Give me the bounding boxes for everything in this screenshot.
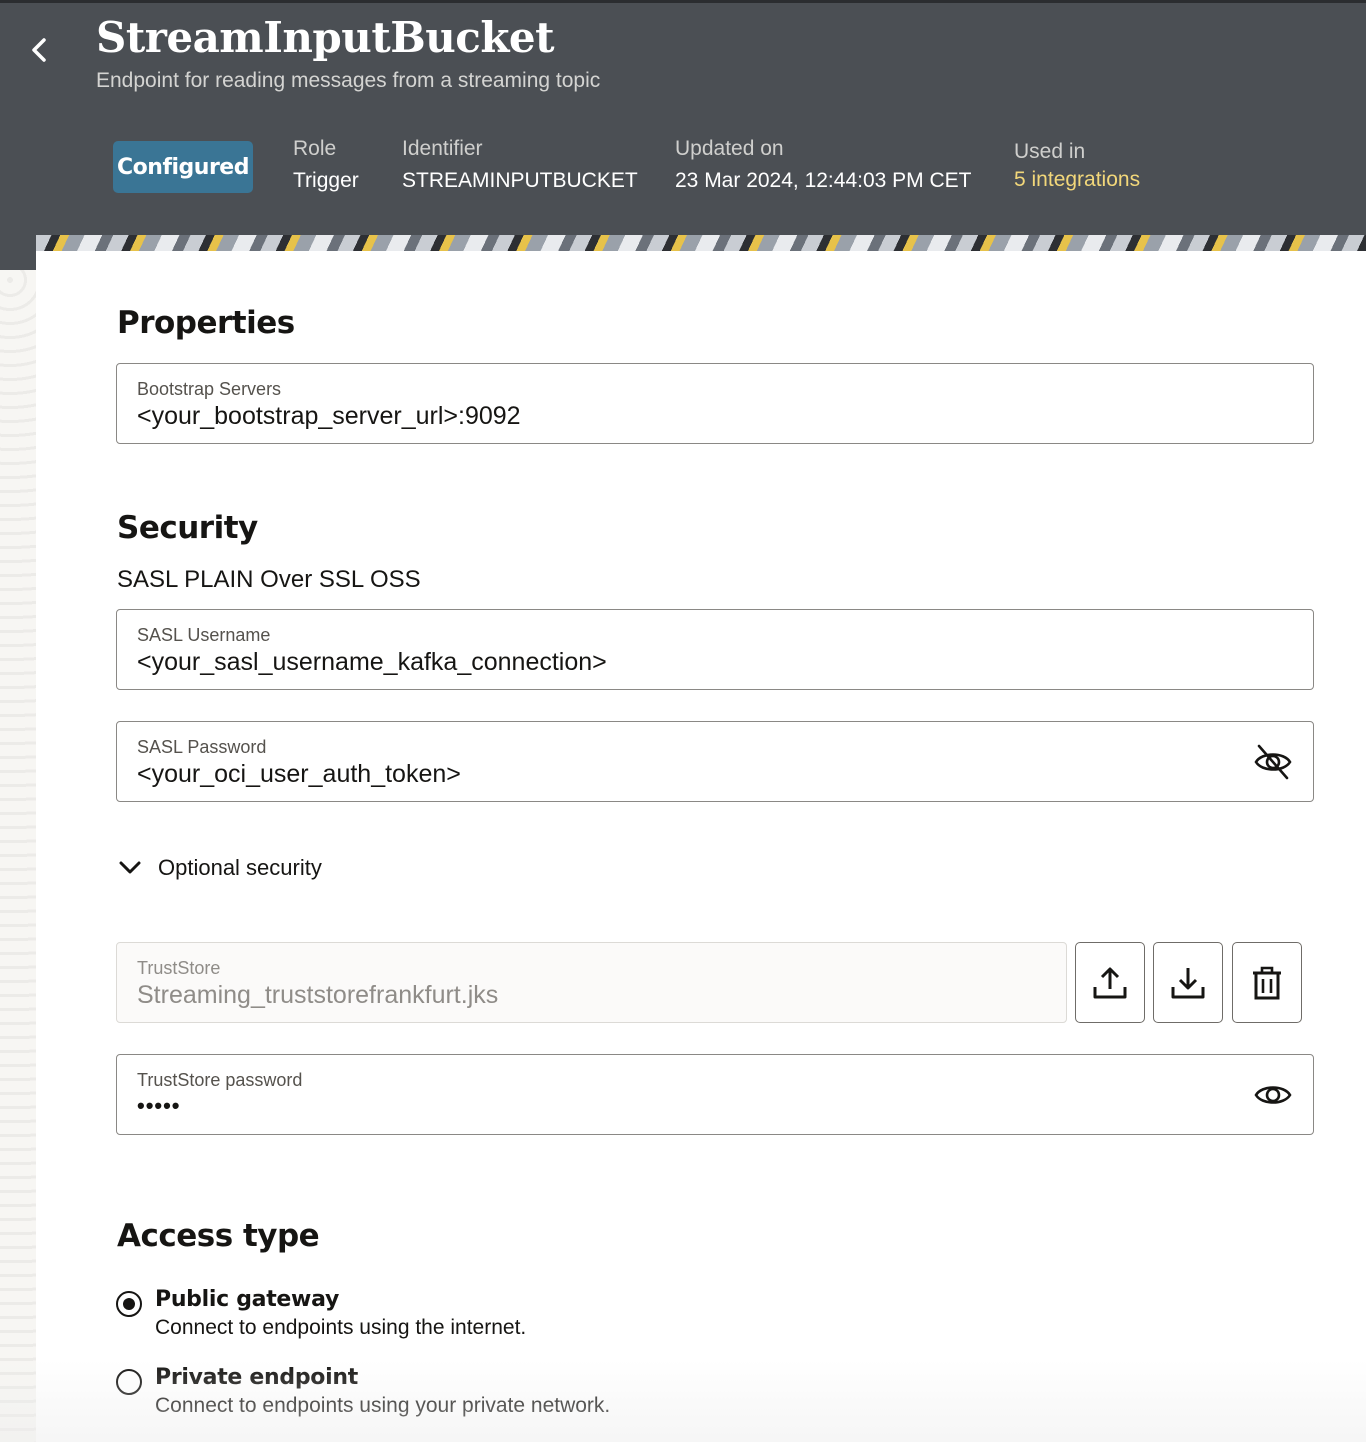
security-policy: SASL PLAIN Over SSL OSS bbox=[117, 566, 421, 593]
identifier-value: STREAMINPUTBUCKET bbox=[402, 169, 638, 192]
access-option-private[interactable]: Private endpoint Connect to endpoints us… bbox=[116, 1365, 610, 1418]
updated-label: Updated on bbox=[675, 137, 784, 160]
chevron-down-icon bbox=[119, 861, 141, 874]
truststore-field: TrustStore bbox=[116, 942, 1067, 1023]
role-meta: Role Trigger bbox=[293, 137, 359, 193]
updated-value: 23 Mar 2024, 12:44:03 PM CET bbox=[675, 169, 972, 192]
truststore-label: TrustStore bbox=[137, 958, 221, 978]
upload-button[interactable] bbox=[1075, 942, 1145, 1023]
show-password-button[interactable] bbox=[1253, 1075, 1293, 1115]
status-badge: Configured bbox=[113, 141, 253, 193]
bootstrap-servers-field[interactable]: Bootstrap Servers bbox=[116, 363, 1314, 444]
optional-security-toggle[interactable]: Optional security bbox=[116, 850, 322, 886]
private-endpoint-description: Connect to endpoints using your private … bbox=[155, 1394, 611, 1417]
truststore-input bbox=[137, 981, 1037, 1010]
security-heading: Security bbox=[117, 510, 258, 546]
eye-icon bbox=[1254, 1086, 1292, 1104]
delete-button[interactable] bbox=[1232, 942, 1302, 1023]
used-in-label: Used in bbox=[1014, 140, 1086, 163]
bootstrap-servers-input[interactable] bbox=[137, 402, 1237, 431]
sasl-password-field[interactable]: SASL Password bbox=[116, 721, 1314, 802]
updated-meta: Updated on 23 Mar 2024, 12:44:03 PM CET bbox=[675, 137, 972, 193]
sasl-password-input[interactable] bbox=[137, 760, 1237, 789]
optional-security-label: Optional security bbox=[158, 855, 322, 880]
eye-slash-icon bbox=[1254, 744, 1292, 780]
sasl-username-label: SASL Username bbox=[137, 625, 271, 645]
public-gateway-radio[interactable] bbox=[116, 1291, 142, 1317]
sasl-username-field[interactable]: SASL Username bbox=[116, 609, 1314, 690]
download-button[interactable] bbox=[1153, 942, 1223, 1023]
truststore-password-field[interactable]: TrustStore password bbox=[116, 1054, 1314, 1135]
sasl-username-input[interactable] bbox=[137, 648, 1237, 677]
decorative-banner bbox=[36, 235, 1366, 251]
public-gateway-title: Public gateway bbox=[155, 1287, 339, 1312]
used-in-meta: Used in 5 integrations bbox=[1014, 140, 1140, 192]
bootstrap-servers-label: Bootstrap Servers bbox=[137, 379, 282, 399]
truststore-password-input[interactable] bbox=[137, 1093, 1237, 1119]
download-icon bbox=[1171, 967, 1205, 998]
identifier-meta: Identifier STREAMINPUTBUCKET bbox=[402, 137, 638, 193]
private-endpoint-title: Private endpoint bbox=[155, 1365, 358, 1390]
page-subtitle: Endpoint for reading messages from a str… bbox=[96, 69, 601, 92]
background-texture bbox=[0, 270, 36, 1442]
back-button[interactable] bbox=[22, 31, 56, 69]
page-header: StreamInputBucket Endpoint for reading m… bbox=[0, 3, 1366, 270]
identifier-label: Identifier bbox=[402, 137, 483, 160]
hide-password-button[interactable] bbox=[1253, 742, 1293, 782]
public-gateway-description: Connect to endpoints using the internet. bbox=[155, 1316, 527, 1339]
access-type-heading: Access type bbox=[117, 1218, 320, 1254]
upload-icon bbox=[1093, 967, 1127, 998]
access-option-public[interactable]: Public gateway Connect to endpoints usin… bbox=[116, 1287, 526, 1340]
role-value: Trigger bbox=[293, 169, 359, 192]
chevron-left-icon bbox=[32, 38, 46, 62]
page-title: StreamInputBucket bbox=[96, 13, 555, 62]
role-label: Role bbox=[293, 137, 337, 160]
truststore-password-label: TrustStore password bbox=[137, 1070, 303, 1090]
sasl-password-label: SASL Password bbox=[137, 737, 267, 757]
properties-heading: Properties bbox=[117, 305, 295, 341]
trash-icon bbox=[1253, 966, 1281, 999]
private-endpoint-radio[interactable] bbox=[116, 1369, 142, 1395]
used-in-link[interactable]: 5 integrations bbox=[1014, 168, 1140, 192]
